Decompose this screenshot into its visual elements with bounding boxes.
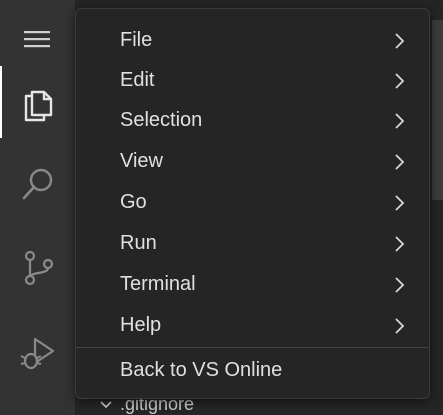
activity-search[interactable] bbox=[0, 148, 75, 220]
chevron-right-icon bbox=[395, 73, 405, 89]
menu-item-label: Run bbox=[120, 231, 157, 254]
files-icon bbox=[24, 90, 52, 122]
run-debug-icon bbox=[20, 337, 54, 370]
menu-item-selection[interactable]: Selection bbox=[76, 101, 429, 139]
activity-run-debug[interactable] bbox=[0, 316, 75, 388]
menu-item-label: Edit bbox=[120, 68, 155, 91]
chevron-right-icon bbox=[395, 277, 405, 293]
chevron-right-icon bbox=[395, 33, 405, 49]
chevron-right-icon bbox=[395, 195, 405, 211]
menu-item-label: View bbox=[120, 149, 163, 172]
menu-item-edit[interactable]: Edit bbox=[76, 61, 429, 99]
activity-bar bbox=[0, 0, 75, 415]
menu-item-back-to-vs-online[interactable]: Back to VS Online bbox=[76, 351, 429, 389]
menu-item-label: File bbox=[120, 28, 153, 51]
menu-item-terminal[interactable]: Terminal bbox=[76, 265, 429, 303]
application-menu: File Edit Selection View Go Run Terminal bbox=[75, 8, 430, 399]
menu-item-go[interactable]: Go bbox=[76, 183, 429, 221]
menu-item-label: Terminal bbox=[120, 272, 196, 295]
activity-source-control[interactable] bbox=[0, 232, 75, 304]
chevron-right-icon bbox=[395, 236, 405, 252]
activity-explorer[interactable] bbox=[0, 66, 75, 138]
scrollbar[interactable] bbox=[432, 20, 443, 200]
menu-item-help[interactable]: Help bbox=[76, 306, 429, 344]
menu-item-run[interactable]: Run bbox=[76, 224, 429, 262]
chevron-right-icon bbox=[395, 113, 405, 129]
search-icon bbox=[22, 168, 52, 200]
vscode-window: .gitignore File Edit Selection View Go R… bbox=[0, 0, 443, 415]
menu-item-label: Selection bbox=[120, 108, 203, 131]
menu-item-label: Go bbox=[120, 190, 147, 213]
source-control-icon bbox=[24, 250, 53, 286]
menu-item-file[interactable]: File bbox=[76, 21, 429, 59]
menu-item-label: Back to VS Online bbox=[120, 358, 283, 381]
menu-item-label: Help bbox=[120, 313, 162, 336]
application-menu-button[interactable] bbox=[20, 24, 54, 54]
chevron-right-icon bbox=[395, 154, 405, 170]
chevron-right-icon bbox=[395, 318, 405, 334]
menu-separator bbox=[76, 347, 429, 348]
chevron-down-icon bbox=[100, 400, 112, 408]
menu-item-view[interactable]: View bbox=[76, 142, 429, 180]
hamburger-icon bbox=[24, 31, 50, 48]
